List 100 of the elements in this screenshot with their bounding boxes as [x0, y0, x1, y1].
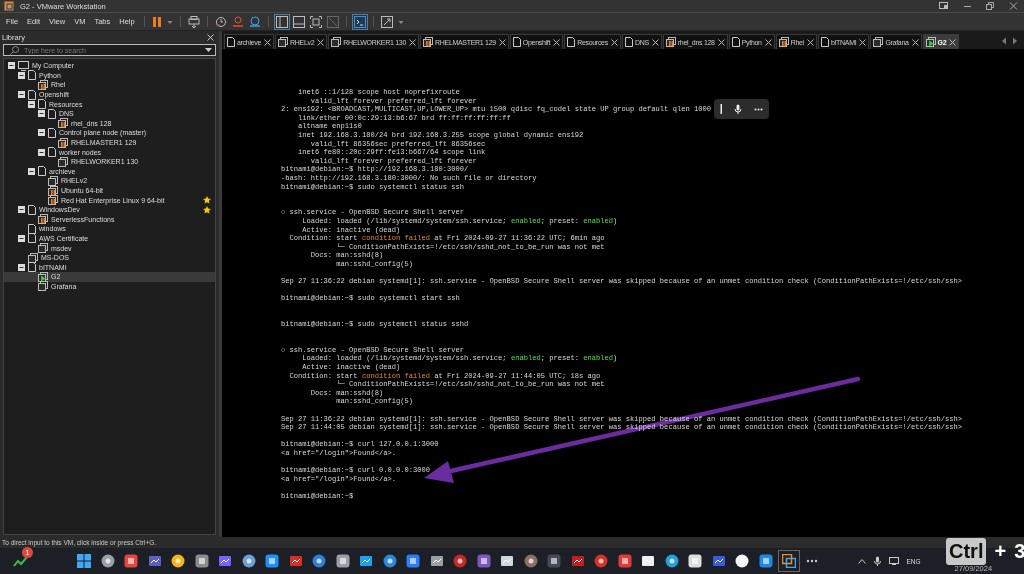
close-icon[interactable]: [806, 38, 814, 46]
close-icon[interactable]: [911, 38, 919, 46]
page-icon: [48, 108, 56, 119]
app-icon[interactable]: [453, 554, 467, 568]
app-icon[interactable]: [523, 554, 538, 568]
app-icon[interactable]: [382, 554, 397, 568]
scroll-right-icon[interactable]: [1012, 37, 1018, 45]
app-icon[interactable]: [735, 554, 749, 568]
paused-vm-icon: [48, 185, 58, 196]
running-vm-icon: [38, 271, 48, 282]
collapse-icon[interactable]: [28, 167, 35, 175]
app-icon[interactable]: [547, 554, 561, 568]
page-icon: [48, 127, 56, 138]
vm-icon: [38, 243, 48, 254]
close-icon[interactable]: [764, 38, 772, 46]
app-icon[interactable]: [241, 554, 256, 568]
app-icon[interactable]: [664, 554, 679, 568]
paused-vm-icon: [778, 37, 789, 47]
app-icon[interactable]: [711, 554, 726, 568]
app-icon[interactable]: [335, 554, 350, 568]
app-icon[interactable]: [617, 554, 632, 568]
snapshot-icon[interactable]: [248, 15, 261, 28]
vm-icon: [278, 37, 289, 47]
app-icon[interactable]: [288, 554, 303, 568]
restore-icon[interactable]: [986, 2, 995, 10]
more-icon[interactable]: [754, 107, 764, 111]
close-icon[interactable]: [717, 38, 725, 46]
close-icon[interactable]: [498, 38, 506, 46]
app-icon[interactable]: [758, 554, 773, 568]
app-icon[interactable]: [406, 554, 420, 568]
app-icon[interactable]: [312, 554, 326, 568]
paused-vm-icon: [48, 195, 58, 206]
collapse-icon[interactable]: [38, 148, 45, 156]
close-icon[interactable]: [409, 38, 416, 46]
app-icon[interactable]: [124, 554, 138, 568]
console-icon[interactable]: [353, 15, 366, 28]
app-icon[interactable]: [429, 554, 444, 568]
page-icon: [227, 37, 235, 47]
collapse-icon[interactable]: [18, 71, 25, 79]
stretch-icon[interactable]: [380, 15, 393, 28]
page-icon: [820, 37, 829, 47]
app-icon[interactable]: [265, 554, 279, 568]
app-icon[interactable]: [476, 554, 491, 568]
collapse-icon[interactable]: [18, 263, 25, 271]
fullscreen-icon[interactable]: [309, 15, 322, 28]
collapse-icon[interactable]: [18, 91, 25, 99]
vm-icon: [28, 252, 38, 263]
collapse-icon[interactable]: [38, 110, 45, 118]
close-icon[interactable]: [264, 38, 272, 46]
start-icon[interactable]: [77, 554, 91, 568]
running-vm-icon: [925, 37, 936, 47]
app-icon[interactable]: [147, 554, 162, 568]
panel-layout-icon[interactable]: [292, 15, 305, 28]
microphone-icon[interactable]: [734, 104, 743, 114]
sidebar-layout-icon[interactable]: [275, 15, 288, 28]
search-icon: [10, 45, 19, 55]
page-icon: [28, 89, 36, 100]
display-icon[interactable]: [888, 557, 899, 565]
app-icon[interactable]: [359, 554, 373, 568]
page-icon: [38, 166, 46, 177]
more-icon[interactable]: [805, 559, 818, 563]
paused-vm-icon: [58, 118, 68, 129]
app-icon[interactable]: [570, 554, 585, 568]
clock-icon[interactable]: [214, 15, 227, 28]
close-icon[interactable]: [553, 38, 561, 46]
collapse-icon[interactable]: [18, 235, 25, 242]
close-icon[interactable]: [651, 38, 659, 46]
scroll-left-icon[interactable]: [1001, 37, 1007, 45]
close-icon[interactable]: [949, 38, 957, 46]
collapse-icon[interactable]: [18, 206, 25, 214]
app-icon[interactable]: [171, 554, 185, 568]
app-icon[interactable]: [100, 554, 115, 568]
caret-icon[interactable]: [205, 47, 212, 53]
paused-vm-icon: [38, 80, 48, 90]
collapse-icon[interactable]: [28, 100, 35, 108]
paused-vm-icon: [423, 37, 433, 47]
monitor-icon: [18, 60, 29, 71]
app-icon[interactable]: [194, 554, 209, 568]
vm-icon: [331, 37, 342, 47]
page-icon: [28, 70, 36, 81]
app-icon[interactable]: [500, 554, 514, 568]
app-icon[interactable]: [641, 554, 655, 568]
chevron-up-icon[interactable]: [857, 558, 866, 564]
close-icon[interactable]: [207, 33, 214, 41]
text-cursor-icon[interactable]: [719, 104, 723, 114]
close-icon[interactable]: [610, 38, 618, 46]
close-icon[interactable]: [317, 38, 325, 46]
app-icon[interactable]: [688, 554, 702, 568]
vm-icon: [873, 37, 884, 47]
app-icon[interactable]: [218, 554, 232, 568]
page-icon: [28, 262, 36, 273]
collapse-icon[interactable]: [38, 129, 45, 137]
app-icon[interactable]: [594, 554, 608, 568]
close-icon[interactable]: [859, 38, 867, 46]
revert-icon[interactable]: [231, 15, 244, 28]
collapse-icon[interactable]: [8, 62, 15, 70]
notification-badge: 1: [22, 547, 33, 558]
page-icon: [512, 37, 521, 47]
microphone-icon[interactable]: [873, 556, 881, 566]
pause-icon[interactable]: [151, 15, 162, 28]
